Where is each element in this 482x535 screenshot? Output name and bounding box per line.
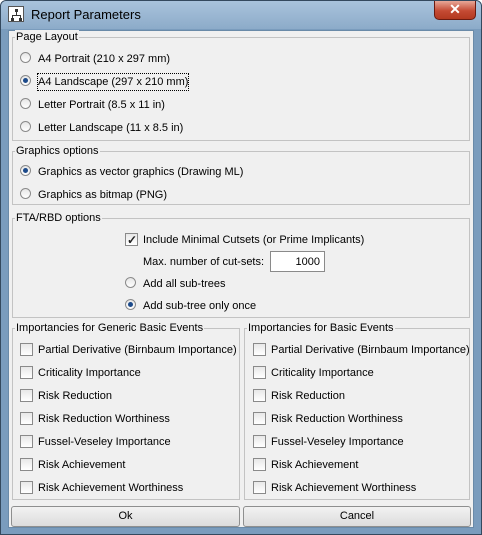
option-label: Letter Portrait (8.5 x 11 in) bbox=[38, 99, 165, 111]
checkbox-label: Criticality Importance bbox=[38, 367, 141, 379]
radio-circle-selected[interactable] bbox=[125, 299, 136, 310]
checkbox[interactable] bbox=[20, 366, 33, 379]
graphics-options-group: Graphics options Graphics as vector grap… bbox=[12, 144, 470, 205]
page-layout-group: Page Layout A4 Portrait (210 x 297 mm) A… bbox=[12, 30, 470, 141]
checkbox-label: Risk Reduction Worthiness bbox=[271, 413, 403, 425]
option-label: Add sub-tree only once bbox=[143, 300, 257, 312]
checkbox[interactable] bbox=[20, 435, 33, 448]
radio-circle[interactable] bbox=[125, 277, 136, 288]
title-bar[interactable]: Report Parameters ✕ bbox=[1, 1, 481, 29]
report-tree-icon bbox=[8, 6, 24, 22]
option-label: Graphics as vector graphics (Drawing ML) bbox=[38, 166, 244, 178]
dialog-body: Page Layout A4 Portrait (210 x 297 mm) A… bbox=[8, 30, 474, 528]
checkbox-label: Fussel-Veseley Importance bbox=[271, 436, 404, 448]
checkbox-label: Include Minimal Cutsets (or Prime Implic… bbox=[143, 234, 365, 246]
checkbox-label: Partial Derivative (Birnbaum Importance) bbox=[271, 344, 470, 356]
page-layout-legend: Page Layout bbox=[15, 30, 79, 44]
checkbox[interactable] bbox=[253, 481, 266, 494]
option-label: Letter Landscape (11 x 8.5 in) bbox=[38, 122, 184, 134]
checkbox-label: Risk Achievement bbox=[38, 459, 126, 471]
radio-circle-selected[interactable] bbox=[20, 165, 31, 176]
fta-rbd-options-group: FTA/RBD options Include Minimal Cutsets … bbox=[12, 211, 470, 318]
checkbox-label: Partial Derivative (Birnbaum Importance) bbox=[38, 344, 237, 356]
radio-circle-selected[interactable] bbox=[20, 75, 31, 86]
checkbox-label: Risk Reduction bbox=[38, 390, 112, 402]
generic-importances-group: Importancies for Generic Basic Events Pa… bbox=[12, 321, 240, 500]
radio-circle[interactable] bbox=[20, 52, 31, 63]
checkbox[interactable] bbox=[253, 435, 266, 448]
option-label: A4 Portrait (210 x 297 mm) bbox=[38, 53, 171, 65]
checkbox-label: Fussel-Veseley Importance bbox=[38, 436, 171, 448]
basic-importances-legend: Importancies for Basic Events bbox=[247, 321, 395, 335]
checkbox[interactable] bbox=[253, 412, 266, 425]
close-button[interactable]: ✕ bbox=[434, 1, 476, 20]
fta-rbd-legend: FTA/RBD options bbox=[15, 211, 102, 225]
checkbox-label: Risk Reduction bbox=[271, 390, 345, 402]
checkbox[interactable] bbox=[253, 458, 266, 471]
close-icon: ✕ bbox=[449, 1, 461, 17]
option-label: Graphics as bitmap (PNG) bbox=[38, 189, 167, 201]
radio-circle[interactable] bbox=[20, 188, 31, 199]
max-cutsets-input[interactable] bbox=[270, 251, 325, 272]
ok-button[interactable]: Ok bbox=[11, 506, 240, 527]
window-title: Report Parameters bbox=[31, 7, 141, 22]
generic-importances-legend: Importancies for Generic Basic Events bbox=[15, 321, 205, 335]
checkbox-checked[interactable] bbox=[125, 232, 138, 248]
max-cutsets-label: Max. number of cut-sets: bbox=[143, 256, 265, 268]
checkbox-label: Risk Achievement Worthiness bbox=[271, 482, 417, 494]
checkbox[interactable] bbox=[253, 389, 266, 402]
graphics-options-legend: Graphics options bbox=[15, 144, 100, 158]
basic-importances-group: Importancies for Basic Events Partial De… bbox=[244, 321, 470, 500]
checkbox[interactable] bbox=[253, 343, 266, 356]
option-label: A4 Landscape (297 x 210 mm) bbox=[36, 73, 190, 91]
checkbox-label: Risk Reduction Worthiness bbox=[38, 413, 170, 425]
checkbox[interactable] bbox=[20, 412, 33, 425]
checkbox-label: Risk Achievement Worthiness bbox=[38, 482, 184, 494]
checkbox-label: Risk Achievement bbox=[271, 459, 359, 471]
checkbox[interactable] bbox=[20, 458, 33, 471]
checkbox[interactable] bbox=[20, 343, 33, 356]
radio-circle[interactable] bbox=[20, 121, 31, 132]
option-label: Add all sub-trees bbox=[143, 278, 226, 290]
checkbox-label: Criticality Importance bbox=[271, 367, 374, 379]
checkbox[interactable] bbox=[253, 366, 266, 379]
report-parameters-dialog: Report Parameters ✕ Page Layout A4 Portr… bbox=[0, 0, 482, 535]
checkbox[interactable] bbox=[20, 389, 33, 402]
checkbox[interactable] bbox=[20, 481, 33, 494]
radio-circle[interactable] bbox=[20, 98, 31, 109]
cancel-button[interactable]: Cancel bbox=[243, 506, 471, 527]
